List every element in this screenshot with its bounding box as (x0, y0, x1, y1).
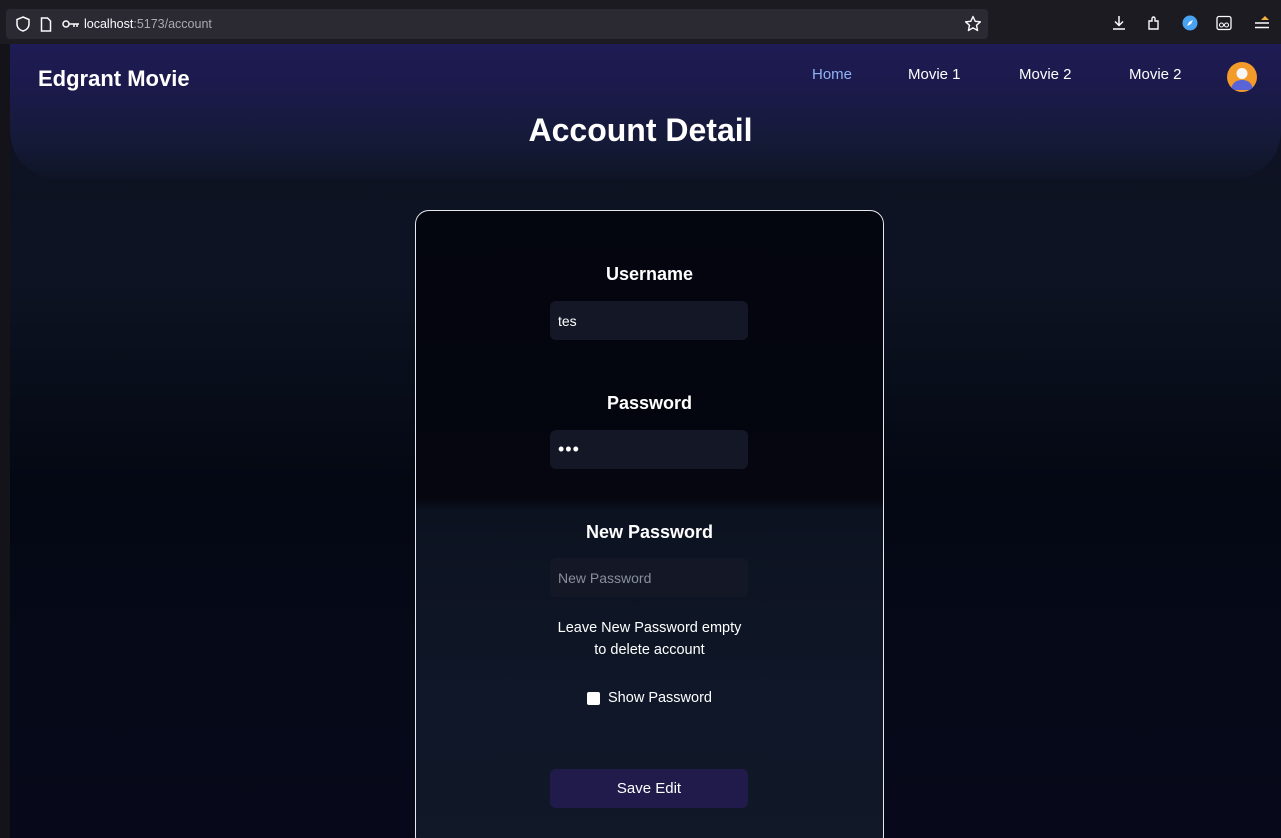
reader-glasses-icon[interactable] (1216, 15, 1232, 31)
new-password-input[interactable] (550, 558, 748, 597)
download-icon[interactable] (1111, 15, 1127, 31)
nav-link-movie-1[interactable]: Movie 1 (908, 66, 961, 83)
menu-icon[interactable] (1254, 15, 1270, 31)
brand-logo[interactable]: Edgrant Movie (38, 66, 190, 92)
user-avatar-icon (1231, 68, 1253, 90)
password-label: Password (606, 393, 693, 413)
url-path: :5173/account (133, 17, 212, 31)
username-label: Username (605, 264, 694, 284)
nav-link-movie-2[interactable]: Movie 2 (1019, 66, 1072, 83)
extensions-icon[interactable] (1146, 15, 1162, 31)
browser-toolbar: localhost:5173/account (0, 0, 1281, 44)
avatar[interactable] (1227, 62, 1257, 92)
sidebar-edge (0, 44, 10, 838)
delete-hint-line-2: to delete account (594, 642, 705, 658)
shield-icon[interactable] (16, 16, 30, 32)
nav-link-movie-2-second[interactable]: Movie 2 (1129, 66, 1182, 83)
delete-hint-line-1: Leave New Password empty (557, 620, 742, 636)
url-text[interactable]: localhost:5173/account (84, 17, 212, 31)
url-bar[interactable]: localhost:5173/account (6, 9, 988, 39)
bookmark-star-icon[interactable] (964, 15, 982, 33)
password-input[interactable] (550, 430, 748, 469)
account-form-card: Username Password New Password Leave New… (415, 210, 884, 838)
nav-link-home[interactable]: Home (812, 66, 852, 83)
key-icon[interactable] (62, 19, 80, 29)
username-input[interactable] (550, 301, 748, 340)
page-icon[interactable] (40, 16, 52, 32)
show-password-checkbox[interactable] (587, 691, 601, 705)
url-host: localhost (84, 17, 134, 31)
page: Edgrant Movie Home Movie 1 Movie 2 Movie… (0, 44, 1281, 838)
show-password-label: Show Password (608, 690, 712, 706)
extension-compass-icon[interactable] (1182, 15, 1198, 31)
page-title: Account Detail (528, 112, 753, 148)
save-edit-button[interactable]: Save Edit (550, 769, 748, 808)
show-password-toggle[interactable]: Show Password (416, 690, 883, 706)
new-password-label: New Password (585, 522, 714, 542)
